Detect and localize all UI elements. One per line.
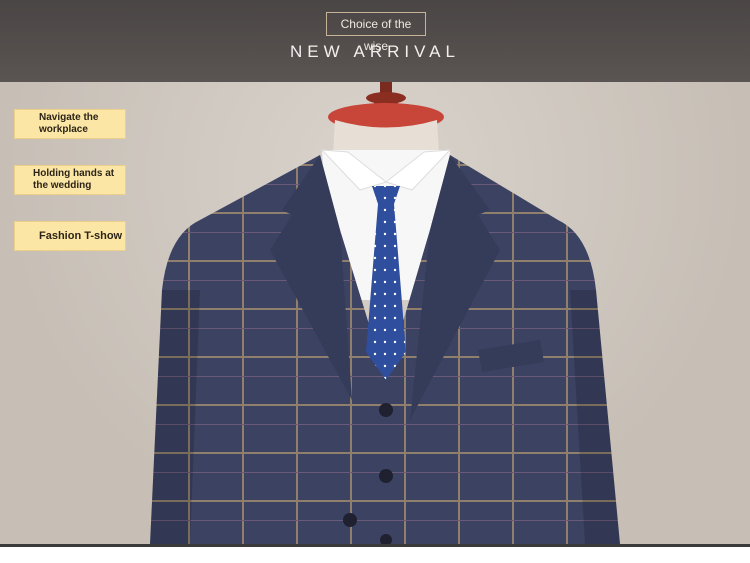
headline: NEW ARRIVAL: [290, 42, 460, 61]
occasion-tag-workplace: Navigate the workplace: [14, 109, 126, 139]
tagline-badge: Choice of the wise: [326, 12, 426, 53]
occasion-tag-wedding: Holding hands at the wedding: [14, 165, 126, 195]
header-banner: Choice of the wise NEW ARRIVAL: [0, 0, 750, 82]
occasion-label: Fashion T-show: [39, 230, 123, 242]
bottom-divider: [0, 544, 750, 547]
occasion-label: Navigate the workplace: [39, 112, 99, 135]
occasion-tag-fashion-show: Fashion T-show: [14, 221, 126, 251]
mannequin-image: [150, 82, 620, 544]
product-image-area: [0, 82, 750, 544]
occasion-label: Holding hands at the wedding: [33, 168, 115, 191]
